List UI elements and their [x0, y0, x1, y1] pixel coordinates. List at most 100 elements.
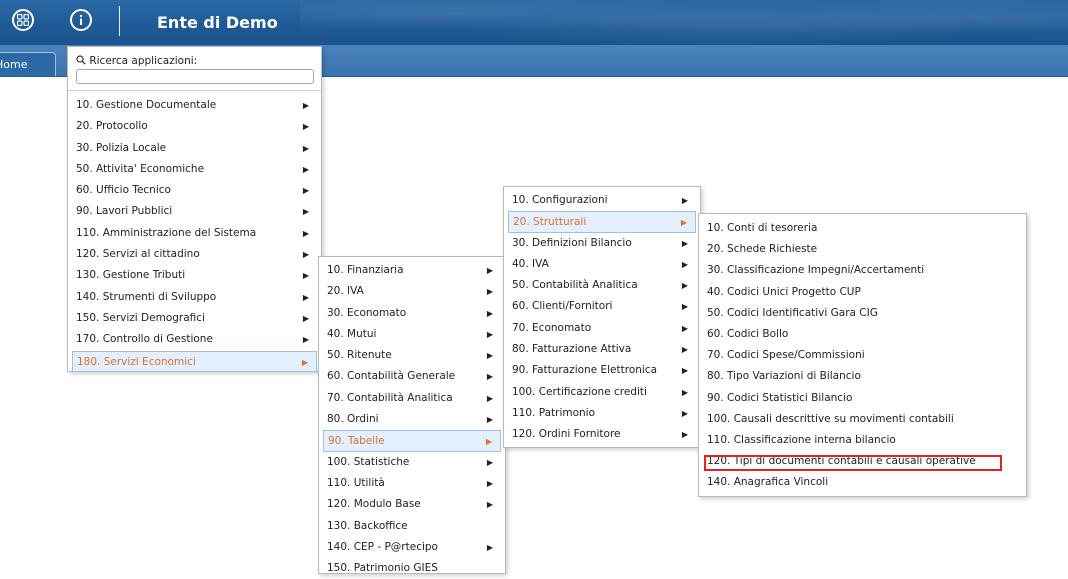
- menu-item-label: 90. Codici Statistici Bilancio: [707, 391, 853, 404]
- menu-item-conti-di-tesoreria[interactable]: 10. Conti di tesoreria: [699, 218, 1026, 239]
- menu-item-economato[interactable]: 30. Economato ▶: [319, 303, 505, 324]
- chevron-right-icon: ▶: [302, 207, 309, 217]
- menu-item-contabilit-generale[interactable]: 60. Contabilità Generale ▶: [319, 366, 505, 387]
- apps-grid-icon[interactable]: [12, 9, 34, 31]
- menu-item-statistiche[interactable]: 100. Statistiche ▶: [319, 452, 505, 473]
- menu-item-tabelle[interactable]: 90. Tabelle ▶: [323, 430, 501, 452]
- menu-item-ordini-fornitore[interactable]: 120. Ordini Fornitore ▶: [504, 424, 700, 445]
- menu-item-codici-statistici-bilancio[interactable]: 90. Codici Statistici Bilancio: [699, 388, 1026, 409]
- menu-item-lavori-pubblici[interactable]: 90. Lavori Pubblici ▶: [68, 201, 321, 222]
- search-label: Ricerca applicazioni:: [76, 55, 197, 67]
- menu-item-label: 100. Certificazione crediti: [512, 385, 647, 398]
- menu-item-servizi-al-cittadino[interactable]: 120. Servizi al cittadino ▶: [68, 244, 321, 265]
- chevron-right-icon: ▶: [681, 238, 688, 248]
- menu-item-amministrazione-del-sistema[interactable]: 110. Amministrazione del Sistema ▶: [68, 223, 321, 244]
- menu-item-servizi-demografici[interactable]: 150. Servizi Demografici ▶: [68, 308, 321, 329]
- menu-item-cep-p-rtecipo[interactable]: 140. CEP - P@rtecipo ▶: [319, 537, 505, 558]
- chevron-right-icon: ▶: [681, 281, 688, 291]
- menu-item-contabilit-analitica[interactable]: 50. Contabilità Analitica ▶: [504, 275, 700, 296]
- menu-item-gestione-documentale[interactable]: 10. Gestione Documentale ▶: [68, 95, 321, 116]
- menu-item-label: 20. Strutturali: [513, 216, 587, 229]
- menu-item-codici-unici-progetto-cup[interactable]: 40. Codici Unici Progetto CUP: [699, 282, 1026, 303]
- menu-item-economato[interactable]: 70. Economato ▶: [504, 318, 700, 339]
- chevron-right-icon: ▶: [486, 457, 493, 467]
- chevron-right-icon: ▶: [302, 101, 309, 110]
- menu-item-contabilit-analitica[interactable]: 70. Contabilità Analitica ▶: [319, 388, 505, 409]
- menu-item-label: 150. Patrimonio GIES: [327, 562, 438, 575]
- menu-item-finanziaria[interactable]: 10. Finanziaria ▶: [319, 260, 505, 281]
- menu-item-label: 60. Clienti/Fornitori: [512, 300, 613, 313]
- menu-item-label: 110. Amministrazione del Sistema: [76, 226, 257, 239]
- menu-item-iva[interactable]: 20. IVA ▶: [319, 281, 505, 302]
- menu-item-codici-spese-commissioni[interactable]: 70. Codici Spese/Commissioni: [699, 345, 1026, 366]
- chevron-right-icon: ▶: [681, 366, 688, 376]
- menu-item-fatturazione-attiva[interactable]: 80. Fatturazione Attiva ▶: [504, 339, 700, 360]
- chevron-right-icon: ▶: [302, 228, 309, 238]
- menu-item-label: 100. Causali descrittive su movimenti co…: [707, 412, 954, 425]
- menu-item-ritenute[interactable]: 50. Ritenute ▶: [319, 345, 505, 366]
- menu-item-tipo-variazioni-di-bilancio[interactable]: 80. Tipo Variazioni di Bilancio: [699, 366, 1026, 387]
- menu-item-certificazione-crediti[interactable]: 100. Certificazione crediti ▶: [504, 382, 700, 403]
- menu-item-label: 20. IVA: [327, 285, 364, 298]
- menu-item-label: 90. Tabelle: [328, 435, 385, 448]
- search-icon: [76, 55, 89, 67]
- menu-item-patrimonio[interactable]: 110. Patrimonio ▶: [504, 403, 700, 424]
- menu-item-modulo-base[interactable]: 120. Modulo Base ▶: [319, 494, 505, 515]
- menu-item-label: 80. Ordini: [327, 413, 379, 426]
- menu-item-utilit[interactable]: 110. Utilità ▶: [319, 473, 505, 494]
- menu-item-classificazione-interna-bilancio[interactable]: 110. Classificazione interna bilancio: [699, 430, 1026, 451]
- menu-item-label: 110. Classificazione interna bilancio: [707, 433, 896, 446]
- menu-item-gestione-tributi[interactable]: 130. Gestione Tributi ▶: [68, 265, 321, 286]
- menu-item-label: 40. IVA: [512, 257, 549, 270]
- menu-item-label: 170. Controllo di Gestione: [76, 333, 213, 346]
- menu-item-mutui[interactable]: 40. Mutui ▶: [319, 324, 505, 345]
- menu-item-label: 70. Contabilità Analitica: [327, 391, 453, 404]
- chevron-right-icon: ▶: [486, 415, 493, 425]
- menu-item-label: 30. Polizia Locale: [76, 141, 167, 154]
- menu-item-fatturazione-elettronica[interactable]: 90. Fatturazione Elettronica ▶: [504, 360, 700, 381]
- menu-item-controllo-di-gestione[interactable]: 170. Controllo di Gestione ▶: [68, 329, 321, 350]
- menu-item-schede-richieste[interactable]: 20. Schede Richieste: [699, 239, 1026, 260]
- menu-item-label: 20. Protocollo: [76, 120, 148, 133]
- chevron-right-icon: ▶: [681, 259, 688, 269]
- menu-item-strutturali[interactable]: 20. Strutturali ▶: [508, 211, 696, 233]
- menu-item-ufficio-tecnico[interactable]: 60. Ufficio Tecnico ▶: [68, 180, 321, 201]
- chevron-right-icon: ▶: [486, 372, 493, 382]
- menu-item-label: 10. Configurazioni: [512, 194, 608, 206]
- submenu-servizi-economici: 10. Finanziaria ▶ 20. IVA ▶ 30. Economato ▶ 40…: [318, 256, 506, 574]
- menu-item-protocollo[interactable]: 20. Protocollo ▶: [68, 116, 321, 137]
- info-icon[interactable]: [70, 9, 92, 31]
- menu-item-configurazioni[interactable]: 10. Configurazioni ▶: [504, 190, 700, 211]
- submenu-tabelle: 10. Configurazioni ▶ 20. Strutturali ▶ 30. D…: [503, 186, 701, 448]
- menu-item-backoffice[interactable]: 130. Backoffice: [319, 516, 505, 537]
- menu-item-clienti-fornitori[interactable]: 60. Clienti/Fornitori ▶: [504, 296, 700, 317]
- menu-item-label: 40. Codici Unici Progetto CUP: [707, 285, 861, 298]
- search-input[interactable]: [76, 69, 314, 84]
- menu-item-codici-identificativi-gara-cig[interactable]: 50. Codici Identificativi Gara CIG: [699, 303, 1026, 324]
- menu-item-definizioni-bilancio[interactable]: 30. Definizioni Bilancio ▶: [504, 233, 700, 254]
- menu-item-label: 60. Codici Bollo: [707, 327, 789, 340]
- menu-item-strumenti-di-sviluppo[interactable]: 140. Strumenti di Sviluppo ▶: [68, 287, 321, 308]
- menu-item-label: 130. Backoffice: [327, 519, 408, 532]
- tab-home[interactable]: Home: [0, 52, 56, 76]
- menu-item-polizia-locale[interactable]: 30. Polizia Locale ▶: [68, 138, 321, 159]
- menu-item-codici-bollo[interactable]: 60. Codici Bollo: [699, 324, 1026, 345]
- chevron-right-icon: ▶: [302, 164, 309, 174]
- menu-item-classificazione-impegni-accertamenti[interactable]: 30. Classificazione Impegni/Accertamenti: [699, 260, 1026, 281]
- menu-item-label: 120. Servizi al cittadino: [76, 248, 200, 261]
- menu-item-attivita-economiche[interactable]: 50. Attivita' Economiche ▶: [68, 159, 321, 180]
- menu-item-servizi-economici[interactable]: 180. Servizi Economici ▶: [72, 350, 317, 372]
- chevron-right-icon: ▶: [302, 143, 309, 153]
- menu-item-label: 130. Gestione Tributi: [76, 269, 186, 282]
- search-label-text: Ricerca applicazioni:: [89, 55, 198, 67]
- menu-item-label: 50. Ritenute: [327, 349, 392, 362]
- chevron-right-icon: ▶: [486, 351, 493, 361]
- menu-item-label: 60. Contabilità Generale: [327, 370, 456, 383]
- menu-item-causali-descrittive-su-movimenti-contabili[interactable]: 100. Causali descrittive su movimenti co…: [699, 409, 1026, 430]
- menu-item-patrimonio-gies[interactable]: 150. Patrimonio GIES: [319, 558, 505, 579]
- menu-item-label: 30. Classificazione Impegni/Accertamenti: [707, 264, 925, 277]
- menu-item-iva[interactable]: 40. IVA ▶: [504, 254, 700, 275]
- menu-item-anagrafica-vincoli[interactable]: 140. Anagrafica Vincoli: [699, 472, 1026, 493]
- chevron-right-icon: ▶: [302, 335, 309, 345]
- menu-item-ordini[interactable]: 80. Ordini ▶: [319, 409, 505, 430]
